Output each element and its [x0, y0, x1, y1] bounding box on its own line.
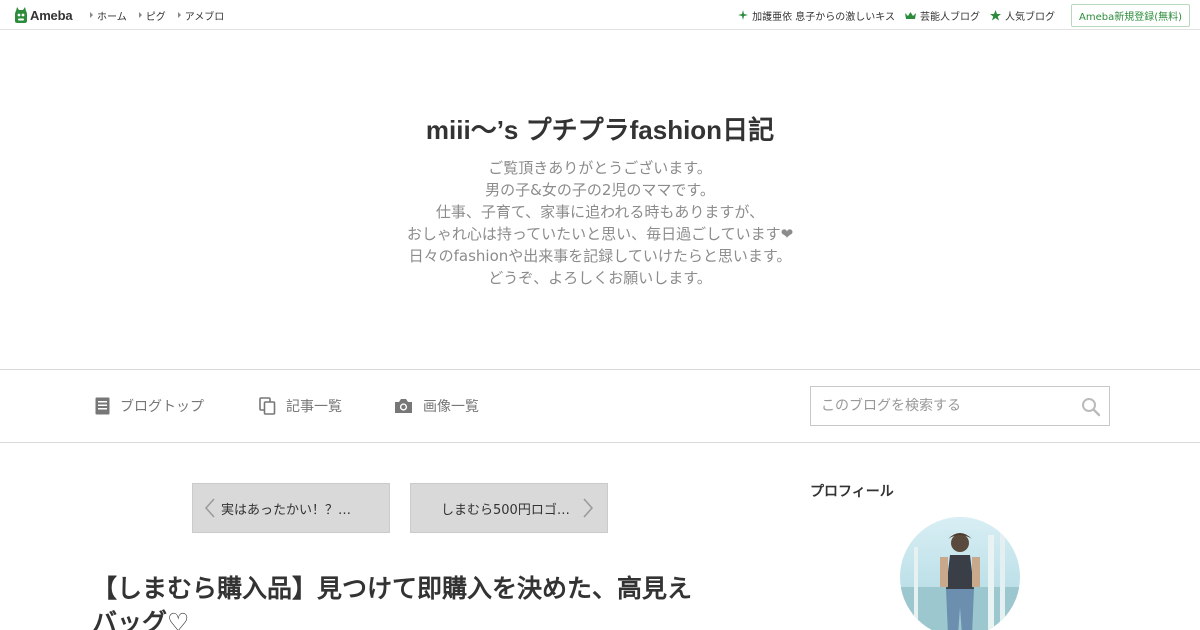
global-header: Ameba ホーム ピグ アメブロ 加護亜依 息子からの激しいキス 芸能人ブログ [0, 0, 1200, 30]
nav-article-list-label: 記事一覧 [286, 399, 342, 415]
nav-blog-top[interactable]: ブログトップ [95, 396, 204, 416]
chevron-left-icon [205, 498, 215, 518]
sparkle-icon [738, 10, 749, 20]
next-article-title: しまむら500円ロゴ… [441, 502, 570, 518]
next-article-button[interactable]: しまむら500円ロゴ… [410, 483, 608, 533]
profile-photo-image [900, 517, 1020, 630]
camera-icon [395, 399, 412, 413]
blog-description-line: 仕事、子育て、家事に追われる時もありますが、 [435, 203, 765, 221]
celebrity-blog-label: 芸能人ブログ [919, 11, 980, 23]
crown-icon [904, 11, 916, 19]
popular-blog-link[interactable]: 人気ブログ [989, 8, 1055, 23]
prev-article-title: 実はあったかい！？… [221, 502, 352, 518]
global-nav-label: アメブロ [184, 11, 225, 23]
trending-news-label: 加護亜依 息子からの激しいキス [752, 11, 895, 23]
global-nav-home[interactable]: ホーム [90, 8, 127, 23]
ameba-logo[interactable]: Ameba [14, 6, 73, 24]
blog-description-line: ご覧頂きありがとうございます。 [488, 159, 712, 177]
document-icon [95, 397, 110, 415]
nav-image-list-label: 画像一覧 [423, 399, 479, 415]
ameba-mascot-icon [15, 7, 27, 23]
nav-article-list[interactable]: 記事一覧 [259, 396, 342, 416]
header-right-links: 加護亜依 息子からの激しいキス 芸能人ブログ 人気ブログ Ameba新規登録(無… [738, 0, 1190, 30]
arrow-right-icon [177, 12, 181, 18]
blog-title[interactable]: miii〜’s プチプラfashion日記 [0, 110, 1200, 147]
global-nav-label: ホーム [97, 11, 127, 23]
search-icon[interactable] [1081, 397, 1101, 417]
profile-heading: プロフィール [810, 484, 894, 500]
prev-article-button[interactable]: 実はあったかい！？… [192, 483, 390, 533]
global-nav: ホーム ピグ アメブロ [90, 0, 236, 30]
logo-text: Ameba [30, 7, 73, 23]
global-nav-pigg[interactable]: ピグ [138, 8, 166, 23]
blog-description: ご覧頂きありがとうございます。 男の子&女の子の2児のママです。 仕事、子育て、… [0, 157, 1200, 289]
blog-description-line: 男の子&女の子の2児のママです。 [485, 181, 715, 199]
copy-icon [259, 397, 276, 415]
arrow-right-icon [138, 12, 142, 18]
blog-nav: ブログトップ 記事一覧 画像一覧 [0, 369, 1200, 443]
celebrity-blog-link[interactable]: 芸能人ブログ [904, 8, 980, 23]
star-icon [989, 9, 1001, 20]
blog-search [810, 386, 1110, 426]
article-title[interactable]: 【しまむら購入品】見つけて即購入を決めた、高見えバッグ♡ [92, 572, 712, 630]
blog-description-line: おしゃれ心は持っていたいと思い、毎日過ごしています❤ [406, 225, 794, 243]
blog-description-line: 日々のfashionや出来事を記録していけたらと思います。 [408, 247, 792, 265]
global-nav-label: ピグ [145, 11, 166, 23]
chevron-right-icon [583, 498, 593, 518]
blog-search-input[interactable] [811, 387, 1079, 425]
global-nav-ameblo[interactable]: アメブロ [177, 8, 225, 23]
popular-blog-label: 人気ブログ [1004, 11, 1055, 23]
blog-description-line: どうぞ、よろしくお願いします。 [488, 269, 712, 287]
register-button[interactable]: Ameba新規登録(無料) [1070, 3, 1190, 27]
arrow-right-icon [90, 12, 93, 18]
avatar[interactable] [900, 517, 1020, 630]
nav-image-list[interactable]: 画像一覧 [394, 396, 479, 416]
nav-blog-top-label: ブログトップ [120, 399, 204, 415]
trending-news-link[interactable]: 加護亜依 息子からの激しいキス [738, 8, 895, 23]
